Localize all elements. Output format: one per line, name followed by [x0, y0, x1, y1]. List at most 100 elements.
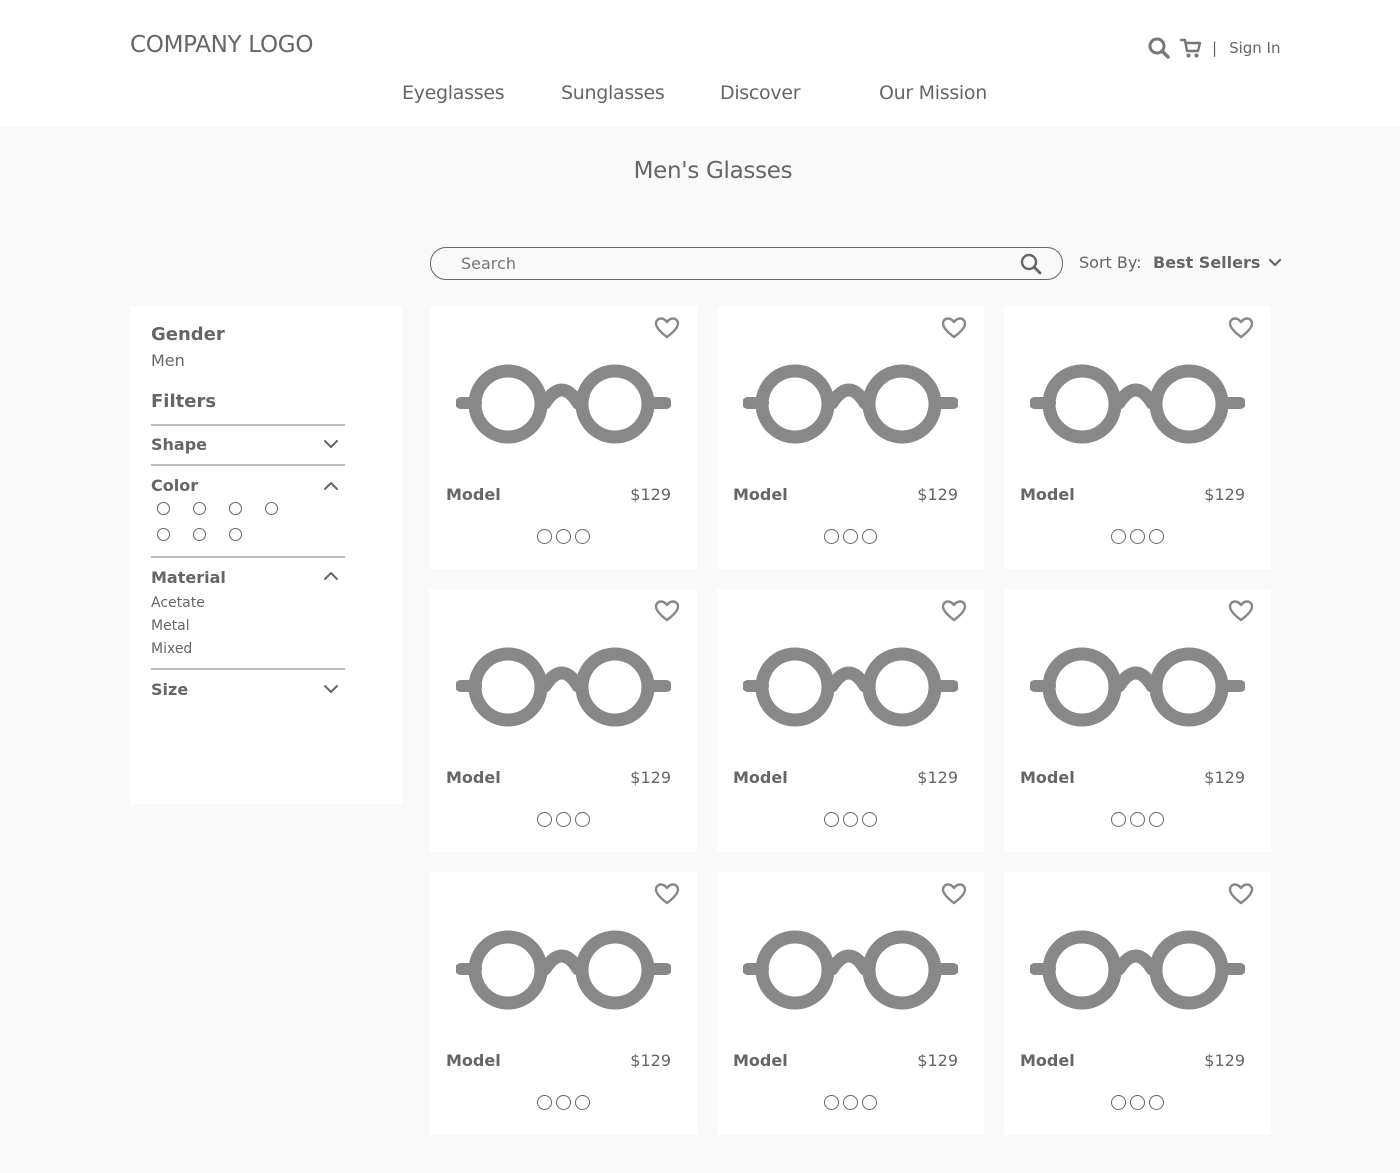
cart-icon[interactable]	[1178, 36, 1204, 60]
sort-dropdown[interactable]: Best Sellers	[1153, 253, 1282, 272]
color-options	[430, 1095, 697, 1110]
heart-icon[interactable]	[654, 599, 680, 623]
product-card[interactable]: Model $129	[430, 306, 697, 569]
color-option[interactable]	[1149, 529, 1164, 544]
sign-in-link[interactable]: Sign In	[1229, 39, 1280, 57]
color-swatch[interactable]	[157, 528, 170, 541]
product-price: $129	[630, 485, 671, 504]
color-swatch[interactable]	[229, 528, 242, 541]
product-name: Model	[733, 485, 788, 504]
nav-item-our-mission[interactable]: Our Mission	[879, 82, 987, 104]
material-option-metal[interactable]: Metal	[151, 618, 190, 634]
color-option[interactable]	[862, 529, 877, 544]
chevron-up-icon[interactable]	[322, 479, 340, 491]
search-icon[interactable]	[1146, 36, 1172, 60]
product-name: Model	[446, 485, 501, 504]
color-option[interactable]	[1149, 1095, 1164, 1110]
color-option[interactable]	[843, 1095, 858, 1110]
divider	[151, 424, 345, 426]
gender-value[interactable]: Men	[151, 351, 185, 370]
glasses-icon	[1030, 930, 1245, 1010]
heart-icon[interactable]	[1228, 316, 1254, 340]
heart-icon[interactable]	[1228, 882, 1254, 906]
color-option[interactable]	[824, 1095, 839, 1110]
product-card[interactable]: Model $129	[1004, 589, 1271, 852]
color-option[interactable]	[1111, 812, 1126, 827]
glasses-icon	[743, 647, 958, 727]
color-options	[1004, 1095, 1271, 1110]
heart-icon[interactable]	[941, 599, 967, 623]
color-swatch[interactable]	[193, 528, 206, 541]
color-swatch[interactable]	[157, 502, 170, 515]
heart-icon[interactable]	[654, 882, 680, 906]
color-option[interactable]	[843, 812, 858, 827]
heart-icon[interactable]	[941, 882, 967, 906]
color-swatch[interactable]	[229, 502, 242, 515]
filter-color-toggle[interactable]: Color	[151, 476, 198, 495]
color-option[interactable]	[843, 529, 858, 544]
product-card[interactable]: Model $129	[1004, 872, 1271, 1135]
header-separator: |	[1212, 39, 1218, 57]
color-option[interactable]	[1149, 812, 1164, 827]
glasses-icon	[456, 364, 671, 444]
nav-item-discover[interactable]: Discover	[720, 82, 801, 104]
color-option[interactable]	[1111, 1095, 1126, 1110]
product-name: Model	[1020, 1051, 1075, 1070]
site-header: COMPANY LOGO | Sign In Eyeglasses Sungla…	[0, 0, 1400, 127]
product-card[interactable]: Model $129	[717, 872, 984, 1135]
search-icon[interactable]	[1018, 251, 1044, 277]
nav-item-sunglasses[interactable]: Sunglasses	[561, 82, 665, 104]
color-option[interactable]	[537, 1095, 552, 1110]
color-option[interactable]	[862, 1095, 877, 1110]
glasses-icon	[456, 647, 671, 727]
heart-icon[interactable]	[1228, 599, 1254, 623]
product-card[interactable]: Model $129	[430, 589, 697, 852]
heart-icon[interactable]	[654, 316, 680, 340]
color-options	[717, 1095, 984, 1110]
color-option[interactable]	[1130, 529, 1145, 544]
color-option[interactable]	[824, 812, 839, 827]
color-option[interactable]	[862, 812, 877, 827]
chevron-down-icon[interactable]	[322, 439, 340, 451]
color-options	[430, 812, 697, 827]
heart-icon[interactable]	[941, 316, 967, 340]
color-options	[1004, 812, 1271, 827]
product-card[interactable]: Model $129	[1004, 306, 1271, 569]
filters-heading: Filters	[151, 391, 217, 412]
filter-size-toggle[interactable]: Size	[151, 680, 188, 699]
search-input[interactable]	[461, 249, 1001, 278]
page-title: Men's Glasses	[633, 158, 793, 184]
product-name: Model	[733, 1051, 788, 1070]
color-option[interactable]	[537, 812, 552, 827]
chevron-down-icon[interactable]	[322, 684, 340, 696]
product-price: $129	[1204, 1051, 1245, 1070]
color-option[interactable]	[575, 1095, 590, 1110]
filter-material-toggle[interactable]: Material	[151, 568, 226, 587]
color-option[interactable]	[556, 812, 571, 827]
filter-shape-toggle[interactable]: Shape	[151, 435, 207, 454]
color-option[interactable]	[1130, 1095, 1145, 1110]
color-option[interactable]	[1111, 529, 1126, 544]
color-option[interactable]	[556, 1095, 571, 1110]
product-card[interactable]: Model $129	[717, 306, 984, 569]
main-nav: Eyeglasses Sunglasses Discover Our Missi…	[0, 82, 1400, 112]
company-logo[interactable]: COMPANY LOGO	[130, 32, 313, 58]
nav-item-eyeglasses[interactable]: Eyeglasses	[402, 82, 505, 104]
color-swatch[interactable]	[193, 502, 206, 515]
product-card[interactable]: Model $129	[717, 589, 984, 852]
product-card[interactable]: Model $129	[430, 872, 697, 1135]
color-swatch[interactable]	[265, 502, 278, 515]
glasses-icon	[743, 364, 958, 444]
chevron-up-icon[interactable]	[322, 569, 340, 581]
color-option[interactable]	[537, 529, 552, 544]
material-option-mixed[interactable]: Mixed	[151, 641, 192, 657]
color-option[interactable]	[556, 529, 571, 544]
divider	[151, 556, 345, 558]
sort-value: Best Sellers	[1153, 253, 1261, 272]
material-option-acetate[interactable]: Acetate	[151, 595, 205, 611]
color-option[interactable]	[575, 529, 590, 544]
color-option[interactable]	[824, 529, 839, 544]
color-option[interactable]	[575, 812, 590, 827]
color-option[interactable]	[1130, 812, 1145, 827]
glasses-icon	[456, 930, 671, 1010]
